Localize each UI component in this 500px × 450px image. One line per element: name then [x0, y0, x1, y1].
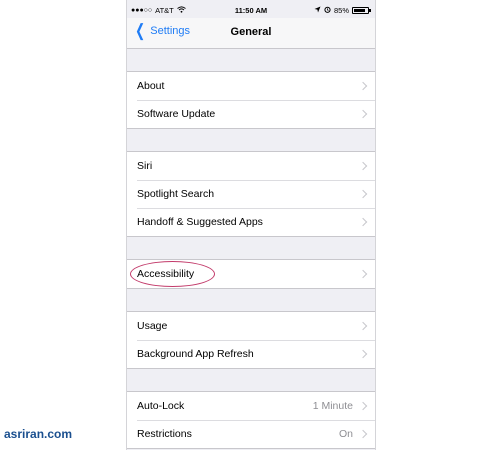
settings-row-siri[interactable]: Siri: [127, 152, 375, 180]
alarm-icon: [324, 6, 331, 15]
chevron-right-icon: [358, 269, 368, 279]
settings-group: Accessibility: [127, 259, 375, 289]
settings-row-label: Handoff & Suggested Apps: [137, 216, 263, 228]
chevron-right-icon: [358, 109, 368, 119]
chevron-right-icon: [358, 81, 368, 91]
chevron-right-icon: [358, 189, 368, 199]
settings-row-label: Usage: [137, 320, 168, 332]
chevron-right-icon: [358, 161, 368, 171]
chevron-right-icon: [358, 429, 368, 439]
settings-row-label: About: [137, 80, 165, 92]
settings-row-spotlight-search[interactable]: Spotlight Search: [127, 180, 375, 208]
battery-tip: [369, 9, 371, 12]
settings-list: About Software Update Siri Spotlight Search…: [127, 49, 375, 449]
phone-screen: ●●●○○ AT&T 11:50 AM 85% ❮ Settings Gener…: [126, 0, 376, 450]
settings-row-about[interactable]: About: [127, 72, 375, 100]
page-title: General: [230, 26, 272, 38]
settings-row-value: 1 Minute: [312, 400, 353, 412]
settings-row-label: Software Update: [137, 108, 216, 120]
navigation-bar: ❮ Settings General: [127, 18, 375, 49]
settings-row-handoff-and-suggested-apps[interactable]: Handoff & Suggested Apps: [127, 208, 375, 236]
section-spacer: [127, 289, 375, 311]
section-spacer: [127, 49, 375, 71]
settings-row-software-update[interactable]: Software Update: [127, 100, 375, 128]
section-spacer: [127, 129, 375, 151]
settings-group: Usage Background App Refresh: [127, 311, 375, 369]
chevron-right-icon: [358, 349, 368, 359]
section-spacer: [127, 237, 375, 259]
settings-group: About Software Update: [127, 71, 375, 129]
settings-row-label: Restrictions: [137, 428, 192, 440]
settings-group: Auto-Lock 1 Minute Restrictions On: [127, 391, 375, 449]
chevron-right-icon: [358, 321, 368, 331]
settings-row-usage[interactable]: Usage: [127, 312, 375, 340]
location-arrow-icon: [314, 6, 321, 15]
watermark: asriran.com: [4, 427, 73, 441]
settings-row-label: Accessibility: [137, 268, 195, 280]
status-bar: ●●●○○ AT&T 11:50 AM 85%: [127, 4, 375, 18]
settings-row-value: On: [338, 428, 353, 440]
settings-row-label: Spotlight Search: [137, 188, 215, 200]
section-spacer: [127, 369, 375, 391]
battery-percent: 85%: [333, 6, 349, 15]
settings-row-auto-lock[interactable]: Auto-Lock 1 Minute: [127, 392, 375, 420]
settings-row-accessibility[interactable]: Accessibility: [127, 260, 375, 288]
battery-fill: [354, 9, 366, 12]
settings-row-restrictions[interactable]: Restrictions On: [127, 420, 375, 448]
battery-icon: [352, 7, 371, 14]
settings-row-label: Siri: [137, 160, 153, 172]
settings-row-label: Background App Refresh: [137, 348, 254, 360]
settings-row-label: Auto-Lock: [137, 400, 185, 412]
settings-group: Siri Spotlight Search Handoff & Suggested …: [127, 151, 375, 237]
status-right: 85%: [314, 6, 371, 15]
chevron-right-icon: [358, 401, 368, 411]
settings-row-background-app-refresh[interactable]: Background App Refresh: [127, 340, 375, 368]
chevron-right-icon: [358, 217, 368, 227]
